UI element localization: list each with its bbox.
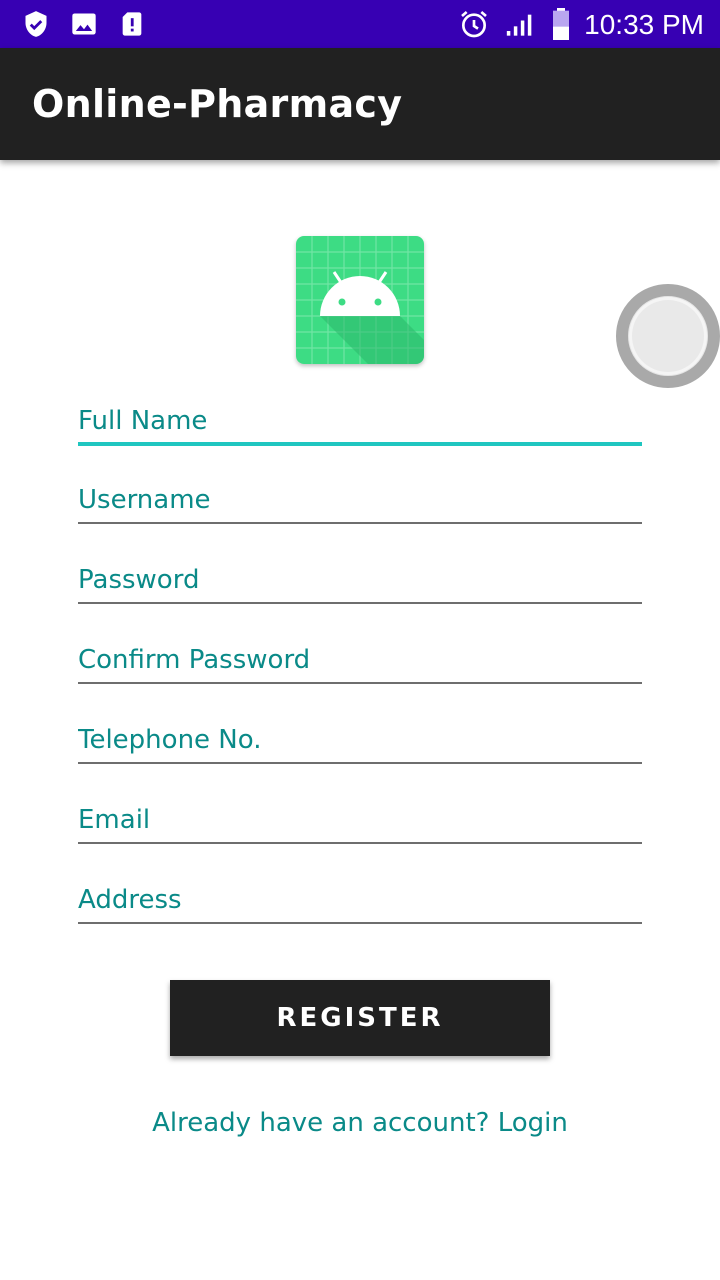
- email-field[interactable]: [78, 784, 642, 844]
- password-input[interactable]: [78, 544, 642, 602]
- full-name-field[interactable]: [78, 386, 642, 446]
- status-bar: 10:33 PM: [0, 0, 720, 48]
- android-app-icon: [296, 236, 424, 364]
- image-icon: [72, 13, 96, 35]
- app-toolbar: Online-Pharmacy: [0, 48, 720, 160]
- email-input[interactable]: [78, 784, 642, 842]
- status-time: 10:33 PM: [584, 9, 704, 40]
- battery-icon: [553, 8, 569, 40]
- signal-icon: [506, 14, 532, 36]
- username-field[interactable]: [78, 464, 642, 524]
- app-title: Online-Pharmacy: [32, 82, 403, 126]
- confirm-password-input[interactable]: [78, 624, 642, 682]
- register-button[interactable]: REGISTER: [170, 980, 550, 1056]
- password-field[interactable]: [78, 544, 642, 604]
- telephone-input[interactable]: [78, 704, 642, 762]
- username-input[interactable]: [78, 464, 642, 522]
- address-input[interactable]: [78, 864, 642, 922]
- alarm-icon: [461, 10, 487, 38]
- full-name-input[interactable]: [78, 386, 642, 442]
- sd-card-alert-icon: [122, 12, 142, 36]
- shield-check-icon: [25, 11, 47, 37]
- login-link[interactable]: Already have an account? Login: [0, 1108, 720, 1138]
- address-field[interactable]: [78, 864, 642, 924]
- telephone-field[interactable]: [78, 704, 642, 764]
- confirm-password-field[interactable]: [78, 624, 642, 684]
- touch-indicator: [616, 284, 720, 388]
